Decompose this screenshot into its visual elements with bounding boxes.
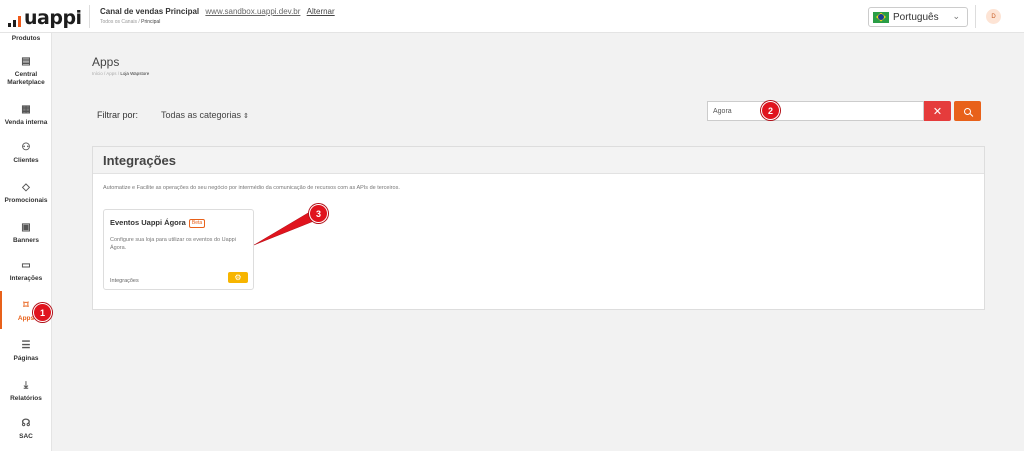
- puzzle-icon: ⌑: [23, 300, 29, 311]
- sidebar-item-produtos[interactable]: Produtos: [0, 35, 52, 43]
- store-icon: ▤: [21, 56, 31, 67]
- sort-arrows-icon: ⇕: [243, 113, 249, 120]
- download-icon: ⤓: [23, 380, 29, 391]
- app-settings-button[interactable]: ⚙: [228, 272, 248, 283]
- chat-icon: ▭: [21, 260, 31, 271]
- app-card-title-text: Eventos Uappi Ágora: [110, 218, 186, 227]
- sidebar-item-relatorios[interactable]: ⤓ Relatórios: [0, 381, 52, 403]
- breadcrumb: Início / Apps / Loja Wapstore: [92, 71, 150, 76]
- channel-breadcrumb: Todos os Canais / Principal: [100, 19, 161, 25]
- breadcrumb-current-channel: Principal: [141, 19, 161, 25]
- app-card-title: Eventos Uappi Ágora Beta: [110, 218, 206, 228]
- sidebar-item-label: Central Marketplace: [7, 71, 45, 86]
- close-icon: ✕: [932, 105, 943, 118]
- logo-bars-icon: [8, 13, 21, 27]
- panel-title: Integrações: [93, 147, 984, 174]
- sidebar-item-label: Relatórios: [10, 395, 42, 402]
- sidebar-item-label: Promocionais: [4, 197, 48, 204]
- breadcrumb-all-channels[interactable]: Todos os Canais: [100, 19, 137, 25]
- logo-text: uappi: [24, 7, 82, 29]
- sidebar-item-sac[interactable]: ☊ SAC: [0, 419, 52, 441]
- page-icon: ☰: [21, 340, 31, 351]
- app-card-category: Integrações: [110, 278, 139, 284]
- app-card-description: Configure sua loja para utilizar os even…: [110, 237, 236, 251]
- panel-description: Automatize e Facilite as operações do se…: [103, 185, 400, 191]
- sidebar-item-label: Venda interna: [4, 119, 48, 126]
- sidebar-item-label: Banners: [12, 237, 39, 244]
- page-title: Apps: [92, 55, 120, 69]
- channel-title: Canal de vendas Principal: [100, 7, 200, 16]
- image-icon: ▣: [21, 222, 31, 233]
- divider: [89, 5, 90, 28]
- search-icon: [964, 107, 971, 115]
- sidebar-item-clientes[interactable]: ⚇ Clientes: [0, 143, 52, 165]
- breadcrumb-apps[interactable]: Apps: [106, 71, 116, 76]
- search-input[interactable]: [707, 101, 924, 121]
- sidebar-item-label: Produtos: [11, 35, 41, 42]
- user-avatar[interactable]: D: [986, 9, 1001, 24]
- uappi-logo[interactable]: uappi: [8, 7, 82, 29]
- sidebar-item-label: Apps: [17, 315, 35, 322]
- channel-info: Canal de vendas Principal www.sandbox.ua…: [100, 7, 335, 25]
- annotation-marker-3: 3: [309, 204, 328, 223]
- breadcrumb-current: Loja Wapstore: [120, 71, 150, 76]
- filter-label: Filtrar por:: [97, 110, 139, 120]
- channel-url-link[interactable]: www.sandbox.uappi.dev.br: [205, 7, 300, 16]
- language-select[interactable]: Português ⌄: [868, 7, 968, 27]
- sidebar-item-paginas[interactable]: ☰ Páginas: [0, 341, 52, 363]
- sidebar: Produtos ▤ Central Marketplace ▦ Venda i…: [0, 33, 52, 451]
- register-icon: ▦: [21, 104, 31, 115]
- sidebar-item-interacoes[interactable]: ▭ Interações: [0, 261, 52, 283]
- sidebar-item-promocionais[interactable]: ◇ Promocionais: [0, 183, 52, 205]
- search-button[interactable]: [954, 101, 981, 121]
- annotation-marker-2: 2: [761, 101, 780, 120]
- beta-badge: Beta: [188, 219, 206, 228]
- tag-icon: ◇: [22, 182, 30, 193]
- sidebar-item-banners[interactable]: ▣ Banners: [0, 223, 52, 245]
- sidebar-item-label: Páginas: [13, 355, 39, 362]
- clear-search-button[interactable]: ✕: [924, 101, 951, 121]
- breadcrumb-home[interactable]: Início: [92, 71, 103, 76]
- annotation-marker-1: 1: [33, 303, 52, 322]
- sidebar-item-label: Clientes: [13, 157, 39, 164]
- sidebar-item-central-marketplace[interactable]: ▤ Central Marketplace: [0, 57, 52, 86]
- headset-icon: ☊: [21, 418, 31, 429]
- brazil-flag-icon: [873, 11, 889, 23]
- sidebar-item-label: SAC: [19, 433, 33, 440]
- top-bar: uappi Canal de vendas Principal www.sand…: [0, 0, 1024, 33]
- language-value: Português: [893, 11, 939, 23]
- category-select[interactable]: Todas as categorias ⇕: [161, 110, 249, 120]
- gear-icon: ⚙: [234, 273, 242, 282]
- divider: [975, 5, 976, 28]
- sidebar-item-venda-interna[interactable]: ▦ Venda interna: [0, 105, 52, 127]
- category-value: Todas as categorias: [161, 110, 242, 120]
- sidebar-item-label: Interações: [9, 275, 43, 282]
- switch-channel-link[interactable]: Alternar: [307, 7, 335, 16]
- users-icon: ⚇: [21, 142, 31, 153]
- chevron-down-icon: ⌄: [952, 11, 960, 21]
